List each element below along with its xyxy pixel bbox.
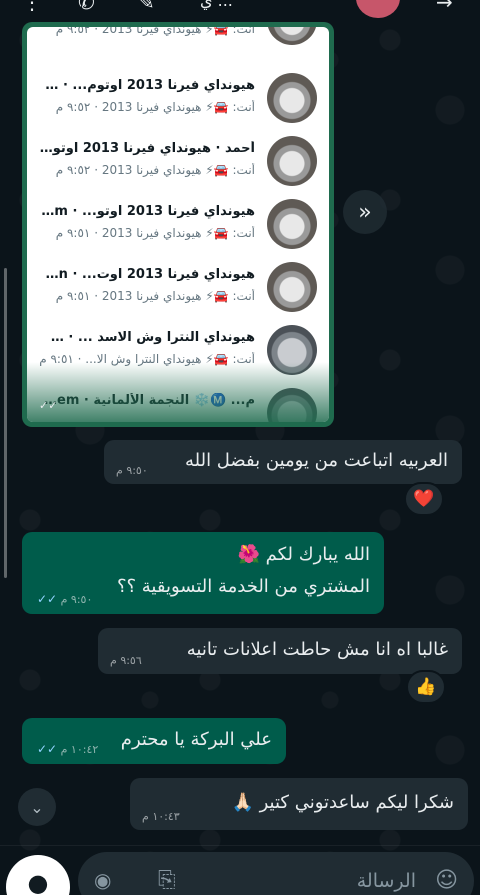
list-item[interactable]: م... Ⓜ️❄️ النجمة الألمانية · Kareem bbox=[27, 382, 329, 422]
edit-icon[interactable]: ✎ bbox=[138, 0, 155, 14]
message-time: ٩:٥٦ م bbox=[110, 654, 142, 667]
list-item[interactable]: أحمد · هيونداي فيرنا 2013 اوتومات... أنت… bbox=[27, 130, 329, 192]
divider bbox=[0, 845, 480, 846]
list-item-title: أحمد · هيونداي فيرنا 2013 اوتومات... bbox=[39, 141, 255, 156]
list-item-subtitle: أنت: 🚘⚡ هيونداي فيرنا 2013 · ٩:٥١ م bbox=[55, 226, 255, 240]
message-text: شكرا ليكم ساعدتوني كتير 🙏🏻 bbox=[231, 792, 454, 813]
camera-icon[interactable]: ◉ bbox=[94, 868, 111, 892]
message-input-bar: ☺ ⎘ ◉ bbox=[78, 852, 474, 895]
list-item-title: هيونداي فيرنا 2013 اوتو... · Eslam bbox=[39, 204, 255, 219]
chevron-down-icon: ⌄ bbox=[30, 797, 44, 817]
reaction-badge[interactable]: ❤️ bbox=[404, 482, 444, 516]
list-item-title: م... Ⓜ️❄️ النجمة الألمانية · Kareem bbox=[39, 393, 255, 408]
attach-icon[interactable]: ⎘ bbox=[158, 868, 176, 893]
incoming-message[interactable]: غالبا اه انا مش حاطت اعلانات تانيه ٩:٥٦ … bbox=[98, 628, 462, 674]
read-receipt-icon: ✓✓ bbox=[37, 742, 61, 756]
read-receipt-icon: ✓✓ bbox=[37, 592, 61, 606]
car-thumbnail bbox=[267, 73, 317, 123]
message-meta: ✓✓ ١٠:٤٢ م bbox=[34, 742, 98, 756]
list-item-subtitle: أنت: 🚘⚡ هيونداي فيرنا 2013 · ٩:٥٢ م bbox=[55, 163, 255, 177]
incoming-message[interactable]: العربيه اتباعت من يومين بفضل الله ٩:٥٠ م bbox=[104, 440, 462, 484]
car-thumbnail bbox=[267, 199, 317, 249]
message-text: العربيه اتباعت من يومين بفضل الله bbox=[184, 450, 448, 471]
list-item-subtitle: أنت: 🚘⚡ هيونداي فيرنا 2013 · ٩:٥١ م bbox=[55, 289, 255, 303]
forward-icon: » bbox=[358, 199, 372, 225]
message-text-line: الله يبارك لكم 🌺 bbox=[237, 544, 370, 565]
message-time: ٩:٥٠ م bbox=[116, 464, 148, 477]
outgoing-message[interactable]: علي البركة يا محترم ✓✓ ١٠:٤٢ م bbox=[22, 718, 286, 764]
thumbs-up-reaction-icon: 👍 bbox=[415, 677, 437, 697]
list-item[interactable]: هيونداي فيرنا 2013 اوتوم... · Karm أنت: … bbox=[27, 67, 329, 129]
list-item[interactable]: أنت: 🚘⚡ هيونداي فيرنا 2013 · ٩:٥٢ م bbox=[27, 27, 329, 51]
outgoing-message[interactable]: الله يبارك لكم 🌺 المشتري من الخدمة التسو… bbox=[22, 532, 384, 614]
forward-button[interactable]: » bbox=[343, 190, 387, 234]
list-item[interactable]: هيونداي فيرنا 2013 اوتو... · Eslam أنت: … bbox=[27, 193, 329, 255]
forwarded-list: أنت: 🚘⚡ هيونداي فيرنا 2013 · ٩:٥٢ م هيون… bbox=[27, 27, 329, 422]
emoji-icon[interactable]: ☺ bbox=[435, 868, 458, 893]
chat-header: ⋮ ✆ ✎ ... ي → bbox=[0, 0, 480, 18]
list-item[interactable]: هيونداي النترا وش الاسد ... · Eslam أنت:… bbox=[27, 319, 329, 381]
list-item-title: هيونداي النترا وش الاسد ... · Eslam bbox=[39, 330, 255, 345]
message-meta: ✓✓ ٩:٥٠ م bbox=[34, 592, 92, 606]
car-thumbnail bbox=[267, 262, 317, 312]
list-item-title: هيونداي فيرنا 2013 اوتوم... · Karm bbox=[39, 78, 255, 93]
car-thumbnail bbox=[267, 388, 317, 422]
list-item-subtitle: أنت: 🚘⚡ هيونداي النترا وش الا... · ٩:٥١ … bbox=[39, 352, 255, 366]
car-thumbnail bbox=[267, 325, 317, 375]
mic-icon: ● bbox=[27, 869, 49, 895]
list-item-title: هيونداي فيرنا 2013 اوت... · Hassan bbox=[39, 267, 255, 282]
back-arrow-icon[interactable]: → bbox=[436, 0, 453, 14]
heart-reaction-icon: ❤️ bbox=[413, 489, 435, 509]
message-time: ١٠:٤٣ م bbox=[142, 810, 180, 823]
call-icon[interactable]: ✆ bbox=[78, 0, 95, 14]
message-time: ٩:٥٠ م bbox=[60, 593, 93, 606]
list-item[interactable]: هيونداي فيرنا 2013 اوت... · Hassan أنت: … bbox=[27, 256, 329, 318]
list-item-subtitle: أنت: 🚘⚡ هيونداي فيرنا 2013 · ٩:٥٢ م bbox=[55, 27, 255, 36]
message-input[interactable] bbox=[216, 868, 416, 894]
incoming-message[interactable]: شكرا ليكم ساعدتوني كتير 🙏🏻 ١٠:٤٣ م bbox=[130, 778, 468, 830]
message-text: غالبا اه انا مش حاطت اعلانات تانيه bbox=[186, 639, 448, 660]
car-thumbnail bbox=[267, 27, 317, 45]
car-thumbnail bbox=[267, 136, 317, 186]
read-receipt-icon: ✓✓ bbox=[39, 399, 58, 412]
message-time: ١٠:٤٢ م bbox=[60, 743, 99, 756]
reaction-badge[interactable]: 👍 bbox=[406, 670, 446, 704]
chat-title[interactable]: ... ي bbox=[200, 0, 233, 10]
scrollbar[interactable] bbox=[4, 268, 7, 578]
avatar[interactable] bbox=[356, 0, 400, 18]
forwarded-list-card[interactable]: أنت: 🚘⚡ هيونداي فيرنا 2013 · ٩:٥٢ م هيون… bbox=[22, 22, 334, 427]
list-item-subtitle: أنت: 🚘⚡ هيونداي فيرنا 2013 · ٩:٥٢ م bbox=[55, 100, 255, 114]
more-vert-icon[interactable]: ⋮ bbox=[22, 0, 42, 14]
scroll-down-button[interactable]: ⌄ bbox=[18, 788, 56, 826]
